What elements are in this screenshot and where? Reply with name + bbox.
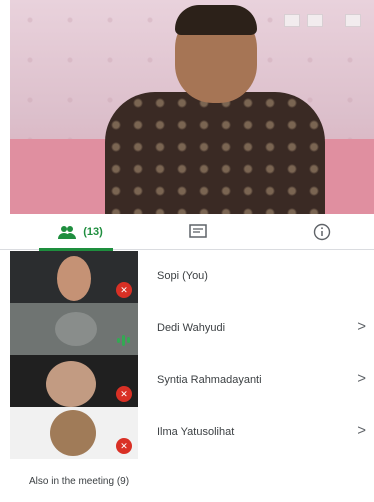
participant-name: Dedi Wahyudi <box>157 322 226 334</box>
tab-people[interactable]: (13) <box>25 214 135 251</box>
participant-thumbnail: ✕ <box>10 355 138 407</box>
tab-info[interactable] <box>292 214 352 250</box>
participant-avatar <box>50 410 96 456</box>
mic-off-icon: ✕ <box>116 282 132 298</box>
participant-thumbnail: ✕ <box>10 407 138 459</box>
participant-name: Syntia Rahmadayanti <box>157 374 262 386</box>
presenter-shirt <box>105 92 325 214</box>
people-icon <box>58 226 77 239</box>
tab-chat[interactable] <box>170 214 225 250</box>
participant-row-dedi[interactable]: Dedi Wahyudi > <box>10 303 374 355</box>
chevron-right-icon[interactable]: > <box>357 422 366 439</box>
participant-row-ilma[interactable]: ✕ Ilma Yatusolihat > <box>10 407 374 459</box>
info-icon <box>313 223 331 241</box>
meeting-tabs: (13) <box>0 214 374 251</box>
participant-face <box>57 256 91 301</box>
also-in-meeting-heading: Also in the meeting (9) <box>29 476 130 487</box>
participant-row-sopi[interactable]: ✕ Sopi (You) <box>10 251 374 303</box>
participant-row-syntia[interactable]: ✕ Syntia Rahmadayanti > <box>10 355 374 407</box>
participant-thumbnail: ✕ <box>10 251 138 303</box>
participant-face <box>46 361 96 407</box>
chevron-right-icon[interactable]: > <box>357 370 366 387</box>
mic-off-icon: ✕ <box>116 438 132 454</box>
wall-switch <box>307 14 323 27</box>
participant-name: Ilma Yatusolihat <box>157 426 235 438</box>
chevron-right-icon[interactable]: > <box>357 318 366 335</box>
participant-face <box>55 312 97 346</box>
participant-thumbnail <box>10 303 138 355</box>
wall-switch <box>284 14 300 27</box>
wall-switch <box>345 14 361 27</box>
main-video-feed <box>10 0 374 214</box>
participant-count: (13) <box>83 226 103 238</box>
chat-icon <box>188 224 207 238</box>
mic-off-icon: ✕ <box>116 386 132 402</box>
participant-name: Sopi (You) <box>157 270 208 282</box>
presenter-hair <box>175 5 257 35</box>
speaking-icon <box>117 334 131 346</box>
